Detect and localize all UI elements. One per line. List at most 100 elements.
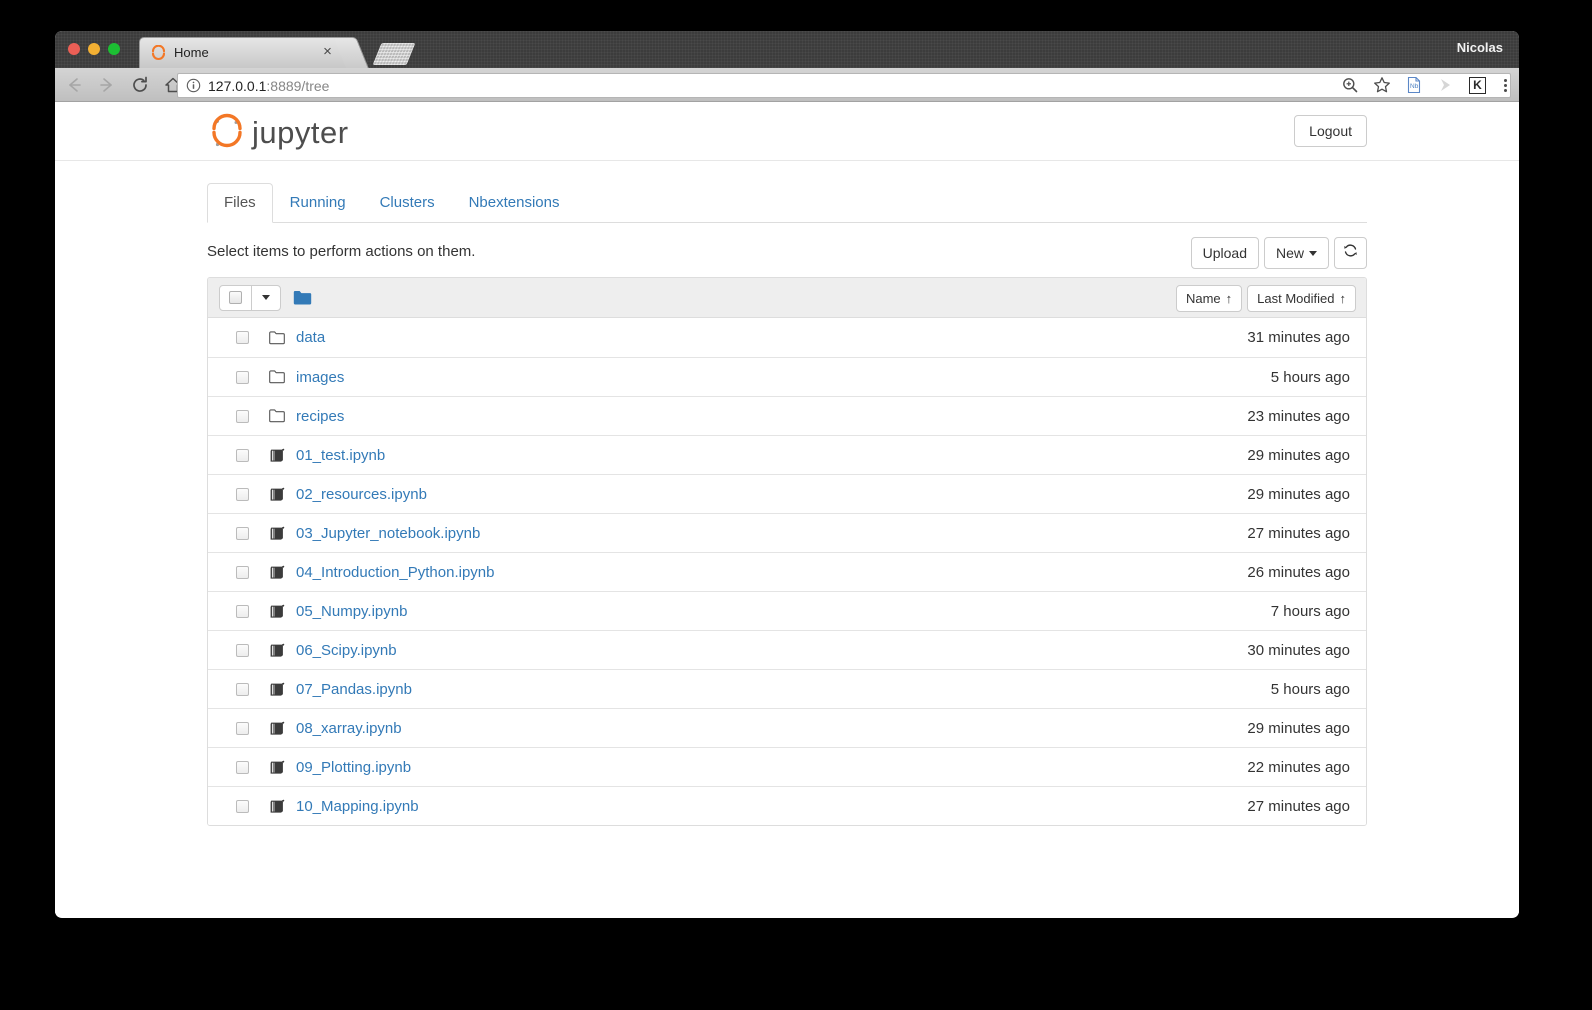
table-row[interactable]: 06_Scipy.ipynb 30 minutes ago — [208, 630, 1366, 669]
kebab-menu-icon[interactable] — [1499, 79, 1511, 92]
refresh-button[interactable] — [1334, 237, 1367, 269]
row-checkbox[interactable] — [236, 487, 249, 501]
file-name-link[interactable]: 08_xarray.ipynb — [296, 720, 402, 737]
minimize-window-button[interactable] — [88, 43, 100, 55]
star-icon[interactable] — [1373, 76, 1392, 95]
row-checkbox[interactable] — [236, 448, 249, 462]
row-checkbox[interactable] — [236, 604, 249, 618]
table-row[interactable]: 04_Introduction_Python.ipynb 26 minutes a… — [208, 552, 1366, 591]
file-modified-time: 29 minutes ago — [1247, 719, 1350, 737]
notebook-book-icon — [269, 486, 285, 502]
new-button[interactable]: New — [1263, 237, 1329, 269]
close-window-button[interactable] — [68, 43, 80, 55]
table-row[interactable]: 05_Numpy.ipynb 7 hours ago — [208, 591, 1366, 630]
row-checkbox[interactable] — [236, 565, 249, 579]
table-row[interactable]: 09_Plotting.ipynb 22 minutes ago — [208, 747, 1366, 786]
tab-files[interactable]: Files — [207, 183, 273, 223]
tab-running[interactable]: Running — [273, 183, 363, 223]
tab-nbextensions[interactable]: Nbextensions — [452, 183, 577, 223]
new-tab-button[interactable] — [372, 43, 416, 65]
table-row[interactable]: 01_test.ipynb 29 minutes ago — [208, 435, 1366, 474]
browser-window: Home × Nicolas 127.0.0.1:8889/tree Nb K … — [55, 31, 1519, 918]
file-list-header: Name ↑ Last Modified ↑ — [208, 278, 1366, 318]
tab-clusters[interactable]: Clusters — [363, 183, 452, 223]
browser-tab[interactable]: Home × — [139, 37, 348, 68]
arrow-up-icon: ↑ — [1225, 291, 1233, 306]
refresh-icon — [1343, 243, 1358, 263]
table-row[interactable]: images 5 hours ago — [208, 357, 1366, 396]
sort-modified-label: Last Modified — [1257, 291, 1335, 306]
file-name-link[interactable]: 10_Mapping.ipynb — [296, 798, 419, 815]
select-all-checkbox-cell[interactable] — [220, 291, 251, 304]
table-row[interactable]: 10_Mapping.ipynb 27 minutes ago — [208, 786, 1366, 825]
row-checkbox[interactable] — [236, 799, 249, 813]
file-modified-time: 26 minutes ago — [1247, 563, 1350, 581]
logout-button[interactable]: Logout — [1294, 115, 1367, 147]
file-name-link[interactable]: 04_Introduction_Python.ipynb — [296, 564, 494, 581]
file-name-link[interactable]: images — [296, 369, 344, 386]
row-checkbox[interactable] — [236, 331, 249, 344]
table-row[interactable]: 07_Pandas.ipynb 5 hours ago — [208, 669, 1366, 708]
row-checkbox[interactable] — [236, 409, 249, 423]
grey-arrow-icon[interactable] — [1437, 76, 1456, 95]
file-name-link[interactable]: 02_resources.ipynb — [296, 486, 427, 503]
arrow-up-icon: ↑ — [1339, 291, 1347, 306]
upload-button[interactable]: Upload — [1190, 237, 1259, 269]
file-name-link[interactable]: 09_Plotting.ipynb — [296, 759, 411, 776]
table-row[interactable]: 08_xarray.ipynb 29 minutes ago — [208, 708, 1366, 747]
row-checkbox[interactable] — [236, 760, 249, 774]
jupyter-page: jupyter Logout Files Running Clusters Nb… — [55, 102, 1519, 917]
nbextension-icon[interactable]: Nb — [1405, 76, 1424, 95]
table-row[interactable]: 02_resources.ipynb 29 minutes ago — [208, 474, 1366, 513]
select-all-checkbox[interactable] — [229, 291, 242, 304]
table-row[interactable]: recipes 23 minutes ago — [208, 396, 1366, 435]
file-actions-row: Select items to perform actions on them.… — [207, 231, 1367, 277]
maximize-window-button[interactable] — [108, 43, 120, 55]
file-name-link[interactable]: recipes — [296, 408, 344, 425]
notebook-book-icon — [269, 564, 285, 580]
close-icon[interactable]: × — [320, 43, 335, 60]
select-all-group[interactable] — [219, 284, 281, 311]
sort-by-modified-button[interactable]: Last Modified ↑ — [1247, 285, 1356, 312]
file-name-link[interactable]: 01_test.ipynb — [296, 447, 385, 464]
notebook-book-icon — [269, 642, 285, 658]
row-checkbox[interactable] — [236, 643, 249, 657]
sort-by-name-button[interactable]: Name ↑ — [1175, 285, 1243, 312]
file-name-link[interactable]: data — [296, 329, 325, 346]
file-modified-time: 5 hours ago — [1270, 368, 1350, 386]
file-modified-time: 27 minutes ago — [1247, 797, 1350, 815]
jupyter-logo[interactable]: jupyter — [207, 113, 349, 153]
file-modified-time: 31 minutes ago — [1247, 329, 1350, 346]
browser-titlebar: Home × Nicolas — [55, 31, 1519, 68]
browser-profile-name[interactable]: Nicolas — [1457, 40, 1503, 55]
info-circle-icon[interactable] — [186, 78, 201, 93]
row-checkbox[interactable] — [236, 721, 249, 735]
svg-text:Nb: Nb — [1410, 83, 1419, 90]
current-folder-icon[interactable] — [293, 290, 312, 306]
k-extension-icon[interactable]: K — [1469, 77, 1486, 94]
folder-icon — [269, 330, 285, 346]
select-menu-toggle[interactable] — [251, 285, 280, 310]
file-name-link[interactable]: 06_Scipy.ipynb — [296, 642, 397, 659]
file-name-link[interactable]: 03_Jupyter_notebook.ipynb — [296, 525, 480, 542]
action-hint-text: Select items to perform actions on them. — [207, 243, 476, 260]
back-arrow-icon[interactable] — [64, 75, 84, 95]
jupyter-wordmark: jupyter — [252, 115, 349, 150]
row-checkbox[interactable] — [236, 682, 249, 696]
folder-icon — [269, 408, 285, 424]
table-row[interactable]: data 31 minutes ago — [208, 318, 1366, 357]
sort-name-label: Name — [1185, 291, 1221, 306]
upload-button-label: Upload — [1202, 244, 1247, 261]
notebook-book-icon — [269, 720, 285, 736]
file-name-link[interactable]: 05_Numpy.ipynb — [296, 603, 407, 620]
file-name-link[interactable]: 07_Pandas.ipynb — [296, 681, 412, 698]
chevron-down-icon — [1309, 250, 1317, 256]
address-bar[interactable]: 127.0.0.1:8889/tree — [177, 73, 1511, 98]
table-row[interactable]: 03_Jupyter_notebook.ipynb 27 minutes ago — [208, 513, 1366, 552]
reload-icon[interactable] — [130, 75, 150, 95]
zoom-icon[interactable] — [1341, 76, 1360, 95]
forward-arrow-icon[interactable] — [97, 75, 117, 95]
url-path: :8889/tree — [266, 77, 330, 94]
row-checkbox[interactable] — [236, 370, 249, 384]
row-checkbox[interactable] — [236, 526, 249, 540]
